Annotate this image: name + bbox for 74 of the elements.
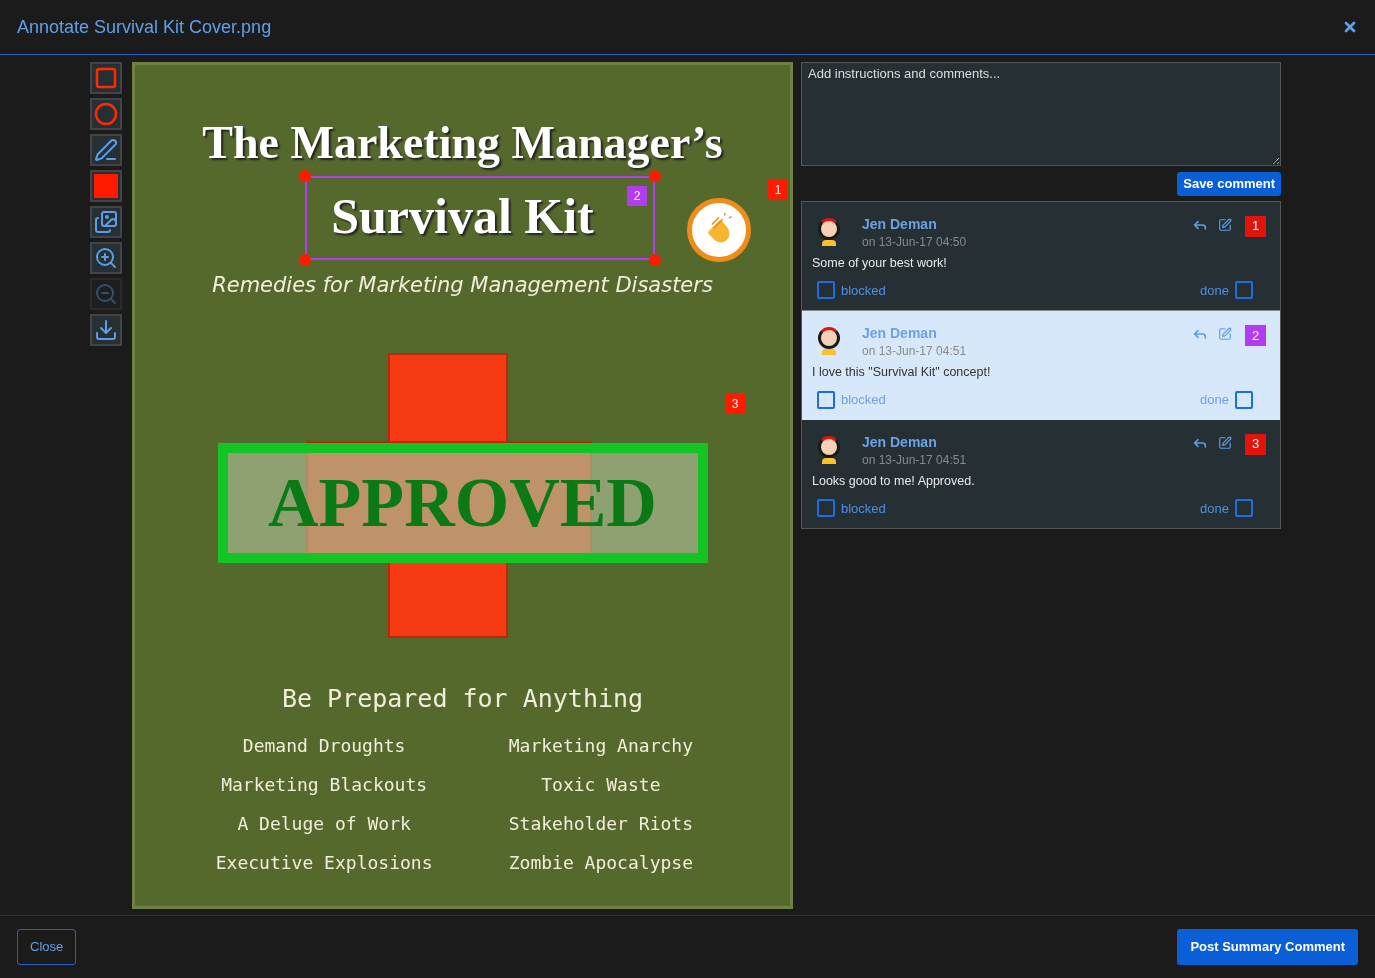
cover-topic: Stakeholder Riots — [507, 812, 694, 836]
cover-topic: Toxic Waste — [540, 773, 662, 797]
comment-author: Jen Deman — [862, 215, 938, 232]
comment-author: Jen Deman — [862, 433, 938, 450]
tool-button[interactable] — [90, 314, 122, 346]
cover-title: Survival Kit — [331, 191, 594, 241]
resize-handle[interactable] — [299, 254, 311, 266]
cover-topic: Marketing Blackouts — [220, 773, 429, 797]
edit-icon[interactable] — [1218, 327, 1232, 341]
tool-button[interactable] — [90, 206, 122, 238]
checkbox[interactable] — [817, 281, 835, 300]
save-comment-button[interactable]: Save comment — [1177, 172, 1281, 196]
annotation-marker[interactable]: 1 — [768, 180, 788, 200]
comment-card[interactable]: Jen Deman on 13-Jun-17 04:51 2 I love this "Survival Kit" concept! blocked done — [802, 311, 1280, 420]
comment-input[interactable]: Add instructions and comments... — [801, 62, 1281, 166]
comment-card[interactable]: Jen Deman on 13-Jun-17 04:51 3 Looks good to me! Approved. blocked done — [802, 419, 1280, 528]
close-button[interactable] — [1342, 19, 1358, 35]
checkbox[interactable] — [1235, 390, 1253, 409]
done-label: done — [1200, 499, 1229, 518]
edit-icon[interactable] — [1218, 435, 1232, 450]
done-label: done — [1200, 281, 1229, 300]
cover-subtitle: Remedies for Marketing Management Disasters — [212, 272, 713, 299]
cover-topic: Marketing Anarchy — [507, 734, 694, 758]
checkbox[interactable] — [817, 390, 835, 409]
comment-time: on 13-Jun-17 04:50 — [862, 233, 968, 250]
avatar — [816, 327, 842, 357]
zoom-in-icon — [94, 246, 118, 270]
close-button[interactable]: Close — [17, 929, 77, 965]
avatar — [816, 435, 842, 466]
cover-topic: Demand Droughts — [241, 734, 407, 758]
comment-card[interactable]: Jen Deman on 13-Jun-17 04:50 1 Some of your best work! blocked done — [802, 201, 1280, 311]
edit-icon[interactable] — [1218, 217, 1232, 232]
comment-time: on 13-Jun-17 04:51 — [862, 343, 968, 359]
rectangle-icon — [94, 66, 118, 90]
resize-handle[interactable] — [649, 170, 661, 182]
comment-text: Looks good to me! Approved. — [812, 472, 976, 490]
cover-topic: A Deluge of Work — [236, 812, 412, 836]
marker-badge: 1 — [1245, 215, 1266, 237]
cover-tagline: Be Prepared for Anything — [281, 683, 644, 715]
comment-author: Jen Deman — [862, 325, 938, 341]
approved-stamp: APPROVED — [217, 443, 708, 563]
circle-icon — [94, 102, 118, 126]
tool-button[interactable] — [90, 242, 122, 274]
zoom-out-icon — [94, 282, 118, 306]
comment-text: Some of your best work! — [812, 254, 948, 272]
resize-handle[interactable] — [649, 254, 661, 266]
tool-button[interactable] — [90, 134, 122, 166]
done-label: done — [1200, 391, 1229, 409]
window-title: Annotate Survival Kit Cover.png — [17, 15, 272, 39]
tool-button[interactable] — [90, 62, 122, 94]
pen-icon — [94, 138, 118, 162]
checkbox[interactable] — [817, 499, 835, 518]
tool-button[interactable] — [90, 170, 122, 202]
blocked-label: blocked — [841, 499, 886, 518]
comment-time: on 13-Jun-17 04:51 — [862, 451, 968, 468]
checkbox[interactable] — [1235, 281, 1253, 300]
annotation-marker[interactable]: 3 — [725, 394, 745, 414]
comment-text: I love this "Survival Kit" concept! — [812, 364, 992, 381]
color-swatch-icon — [94, 174, 118, 198]
tool-button[interactable] — [90, 98, 122, 130]
checkbox[interactable] — [1235, 499, 1253, 518]
blocked-label: blocked — [841, 391, 886, 409]
cover-topic: Zombie Apocalypse — [507, 851, 694, 875]
marker-badge: 3 — [1245, 433, 1266, 455]
cover-topic: Executive Explosions — [215, 851, 433, 875]
avatar — [816, 217, 842, 248]
cover-title: The Marketing Manager’s — [202, 117, 723, 169]
annotation-marker[interactable]: 2 — [627, 186, 647, 206]
download-icon — [94, 318, 118, 342]
post-summary-button[interactable]: Post Summary Comment — [1177, 929, 1358, 965]
images-icon — [94, 210, 118, 234]
blocked-label: blocked — [841, 281, 886, 300]
marker-badge: 2 — [1245, 325, 1266, 346]
resize-handle[interactable] — [299, 170, 311, 182]
